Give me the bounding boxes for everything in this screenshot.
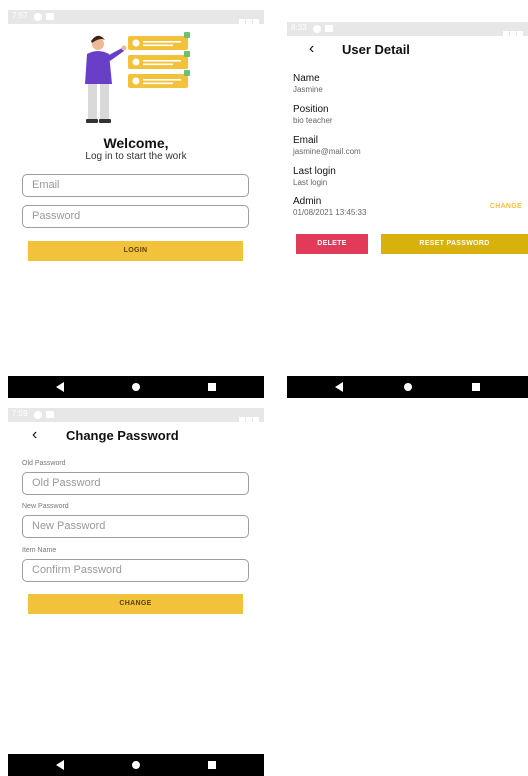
notification-status-icon (46, 411, 54, 418)
change-admin-link[interactable]: CHANGE (490, 203, 522, 210)
notification-status-icon (325, 25, 333, 32)
settings-status-icon (34, 13, 42, 21)
status-bar: 7:57 (8, 10, 264, 26)
nav-home-icon[interactable] (132, 383, 140, 391)
welcome-illustration (85, 32, 190, 123)
confirm-password-field[interactable]: Confirm Password (22, 559, 249, 582)
last-login-label: Last login (293, 166, 336, 177)
email-field[interactable]: Email (22, 174, 249, 197)
notification-status-icon (46, 13, 54, 20)
nav-recents-icon[interactable] (472, 383, 480, 391)
confirm-password-label: Item Name (22, 547, 57, 554)
nav-home-icon[interactable] (132, 761, 140, 769)
back-arrow-icon[interactable]: ‹ (32, 427, 37, 443)
position-label: Position (293, 104, 329, 115)
system-nav-bar (8, 376, 264, 398)
status-time: 7:57 (12, 11, 28, 20)
nav-recents-icon[interactable] (208, 383, 216, 391)
change-password-screen: 7:59 ‹ Change Password Old Password Old … (8, 408, 264, 776)
old-password-field[interactable]: Old Password (22, 472, 249, 495)
nav-back-icon[interactable] (56, 760, 64, 770)
welcome-subtitle: Log in to start the work (85, 151, 187, 162)
reset-password-button[interactable]: RESET PASSWORD (381, 234, 528, 254)
page-title: User Detail (342, 42, 410, 57)
old-password-label: Old Password (22, 460, 66, 467)
system-nav-bar (8, 754, 264, 776)
delete-button[interactable]: DELETE (296, 234, 368, 254)
new-password-label: New Password (22, 503, 69, 510)
signal-battery-icons (238, 13, 260, 26)
signal-battery-icons (502, 25, 524, 38)
system-nav-bar (287, 376, 528, 398)
email-value: jasmine@mail.com (293, 147, 361, 156)
status-bar: 7:59 (8, 408, 264, 424)
nav-recents-icon[interactable] (208, 761, 216, 769)
back-arrow-icon[interactable]: ‹ (309, 41, 314, 57)
name-label: Name (293, 73, 320, 84)
login-button[interactable]: LOGIN (28, 241, 243, 261)
settings-status-icon (34, 411, 42, 419)
change-button[interactable]: CHANGE (28, 594, 243, 614)
status-time: 8:33 (291, 23, 307, 32)
page-title: Change Password (66, 428, 179, 443)
last-login-value: Last login (293, 178, 328, 187)
settings-status-icon (313, 25, 321, 33)
nav-home-icon[interactable] (403, 383, 412, 391)
name-value: Jasmine (293, 85, 323, 94)
admin-value: 01/08/2021 13:45:33 (293, 208, 367, 217)
status-bar: 8:33 (287, 22, 528, 38)
email-label: Email (293, 135, 319, 146)
login-screen: 7:57 Welcome, Log in to start the work E… (8, 10, 264, 398)
status-time: 7:59 (12, 409, 28, 418)
signal-battery-icons (238, 411, 260, 424)
nav-back-icon[interactable] (335, 382, 343, 392)
new-password-field[interactable]: New Password (22, 515, 249, 538)
password-field[interactable]: Password (22, 205, 249, 228)
admin-label: Admin (293, 196, 322, 207)
welcome-heading: Welcome, (103, 135, 169, 151)
nav-back-icon[interactable] (56, 382, 64, 392)
position-value: bio teacher (293, 116, 333, 125)
user-detail-screen: 8:33 ‹ User Detail Name Jasmine Position… (287, 22, 528, 398)
